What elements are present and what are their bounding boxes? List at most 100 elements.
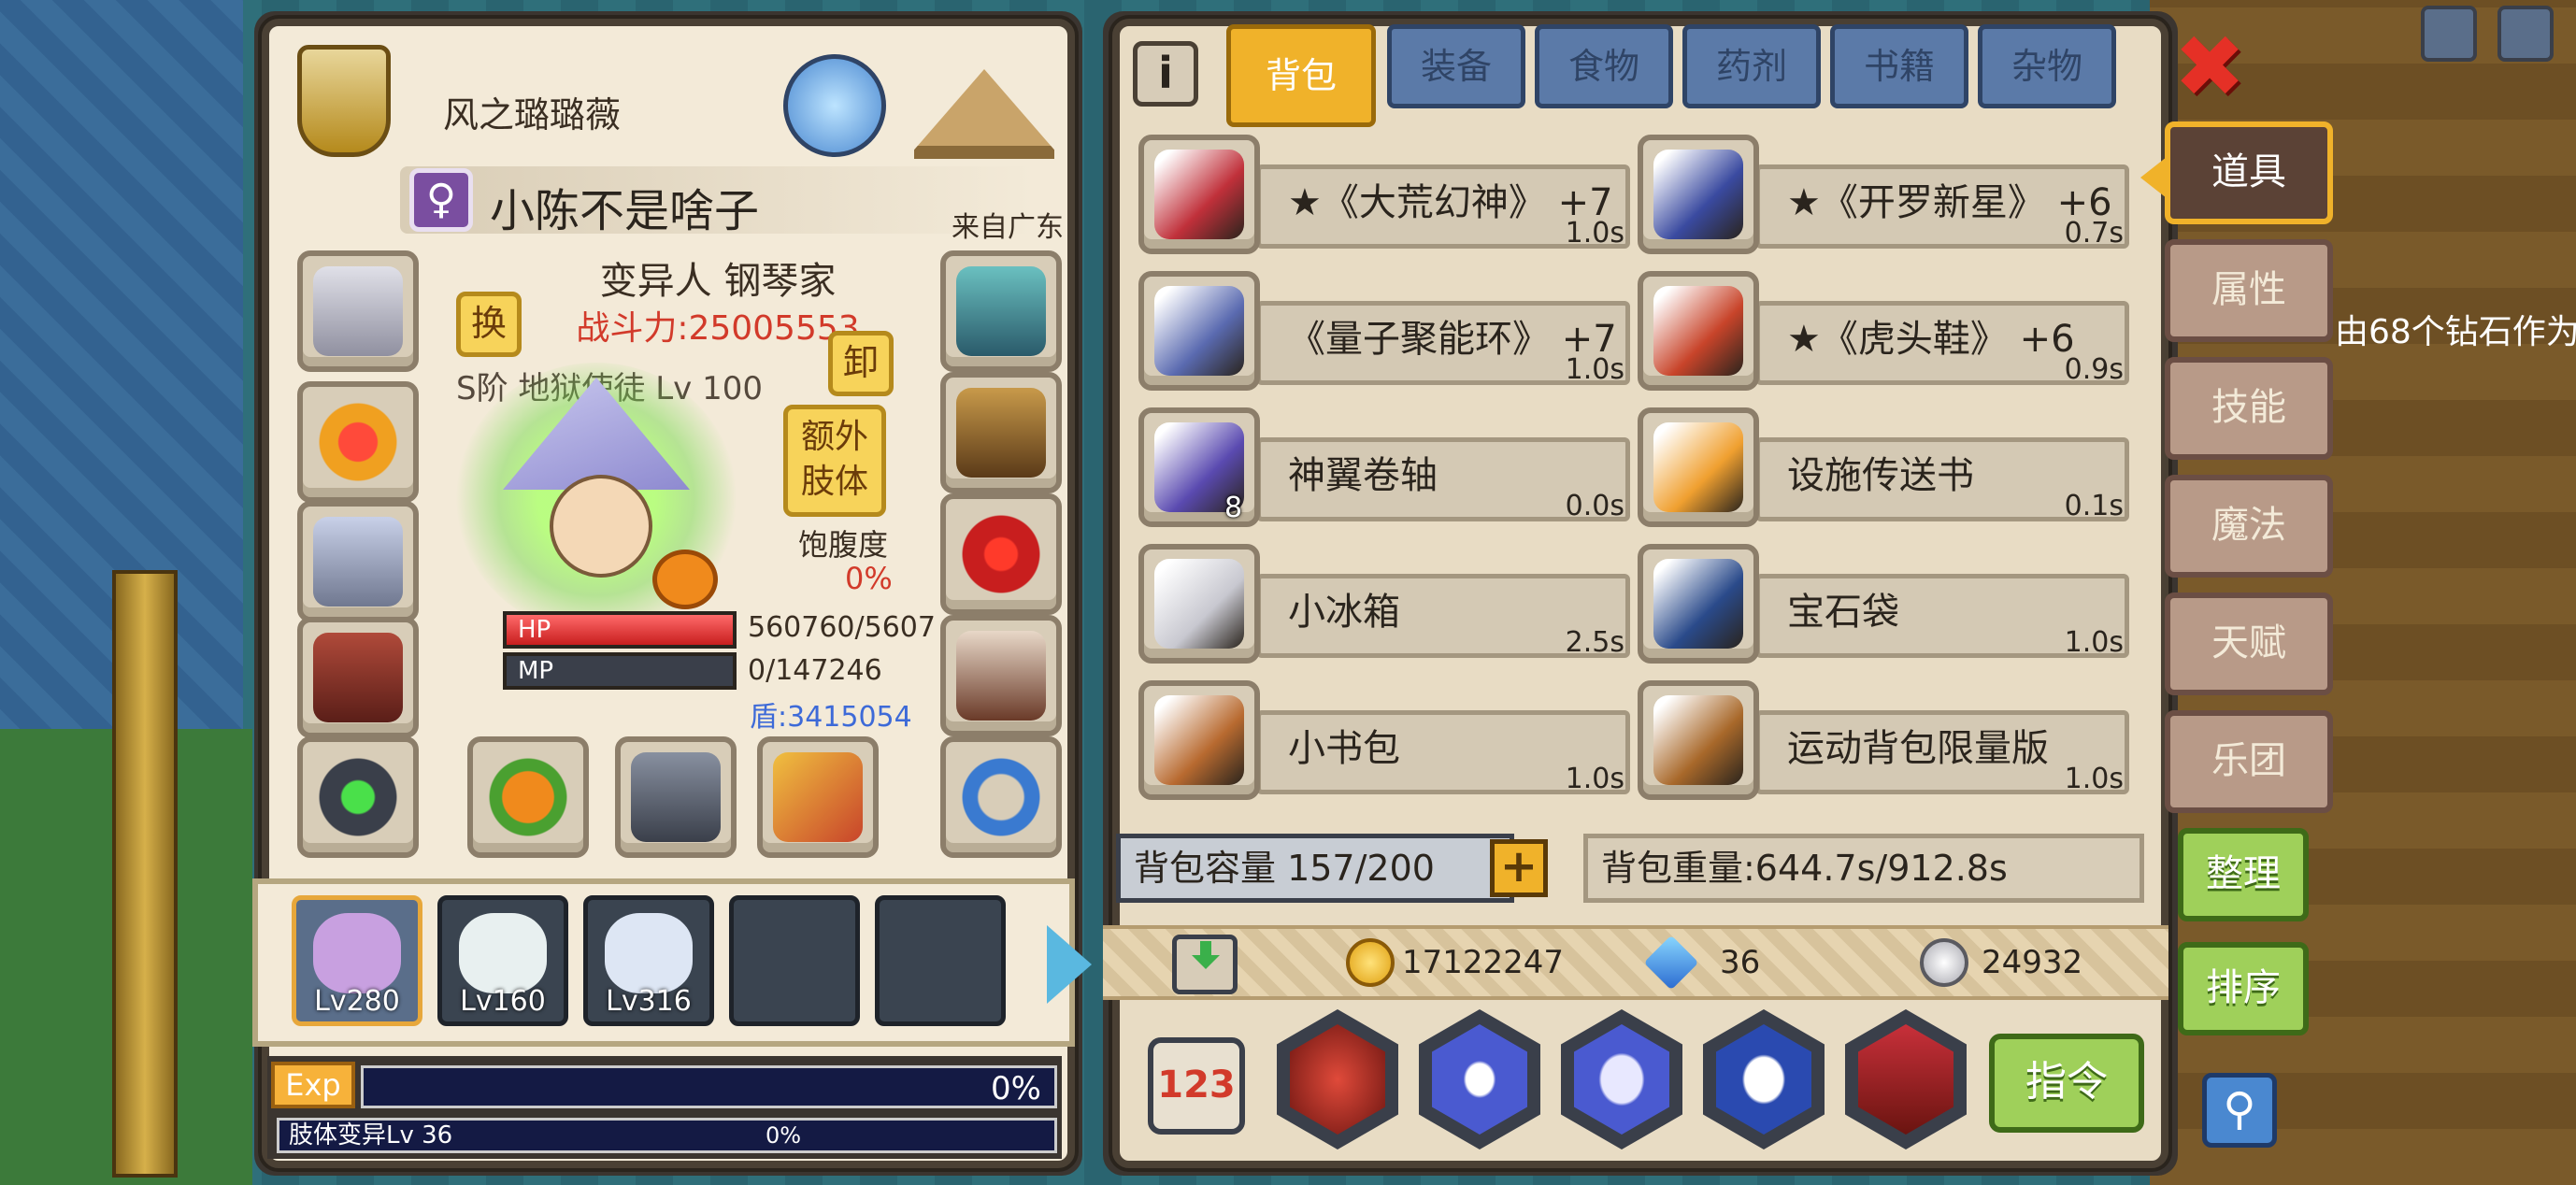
silver-coin-icon [1920,938,1968,987]
item-slot[interactable] [1638,407,1759,527]
deposit-icon[interactable] [1172,935,1238,994]
character-face [550,475,652,578]
party-level: Lv160 [460,985,546,1018]
item-name: ★《大荒幻神》 +7 [1288,181,1613,224]
item-icon [1154,286,1244,376]
inventory-item[interactable]: 《量子聚能环》 +7 1.0s [1138,271,1630,391]
item-slot[interactable] [1138,271,1260,391]
close-button[interactable]: ✖ [2170,24,2249,110]
exp-badge: Exp [271,1062,355,1108]
item-use-time: 0.0s [1565,490,1624,522]
item-icon [1653,559,1743,649]
party-next-arrow-icon[interactable] [1047,925,1092,1004]
extra-limb-button[interactable]: 额外肢体 [783,405,886,517]
inventory-item[interactable]: 小冰箱 2.5s [1138,544,1630,664]
inventory-item[interactable]: 运动背包限量版 1.0s [1638,680,2129,800]
bow-icon [773,752,863,842]
search-button[interactable]: ⚲ [2202,1073,2277,1148]
inventory-item[interactable]: 宝石袋 1.0s [1638,544,2129,664]
side-tab-2[interactable]: 技能 [2165,357,2333,460]
avatar [459,913,547,993]
party-slot[interactable]: Lv316 [583,895,714,1026]
unequip-button[interactable]: 卸 [828,331,894,396]
pet-emblem-icon [297,45,391,157]
item-use-time: 0.1s [2064,490,2124,522]
offhand-slot[interactable] [467,736,589,858]
globe-icon[interactable] [2421,6,2477,62]
party-slot[interactable] [875,895,1006,1026]
crystal-icon[interactable] [783,54,886,157]
item-icon [1653,150,1743,239]
item-slot[interactable] [1638,680,1759,800]
side-tab-5[interactable]: 乐团 [2165,710,2333,813]
item-slot[interactable] [1138,135,1260,254]
party-level: Lv280 [314,985,400,1018]
helmet-slot[interactable] [297,250,419,372]
tab-4[interactable]: 书籍 [1830,24,1968,108]
expand-capacity-button[interactable]: + [1490,839,1548,897]
swap-button[interactable]: 换 [456,292,522,357]
inventory-item[interactable]: 小书包 1.0s [1138,680,1630,800]
info-button[interactable]: i [1133,41,1198,107]
item-use-time: 1.0s [2064,626,2124,659]
inventory-item[interactable]: ★《开罗新星》 +6 0.7s [1638,135,2129,254]
inventory-item[interactable]: 设施传送书 0.1s [1638,407,2129,527]
tab-5[interactable]: 杂物 [1978,24,2116,108]
pet-armor-slot[interactable] [615,736,737,858]
party-slot[interactable] [729,895,860,1026]
shield-value: 盾:3415054 [750,701,912,734]
cloak-slot[interactable] [297,501,419,622]
item-name: ★《开罗新星》 +6 [1787,181,2112,224]
hp-bar: HP [503,611,737,649]
inventory-item[interactable]: 神翼卷轴 0.0s 8 [1138,407,1630,527]
item-slot[interactable] [1638,271,1759,391]
female-gender-icon: ♀ [409,168,473,232]
armor-icon [313,633,403,722]
side-tab-1[interactable]: 属性 [2165,239,2333,342]
item-slot[interactable] [1638,544,1759,664]
exp-percent: 0% [991,1070,1041,1107]
currency-bar: 17122247 36 24932 [1103,925,2168,1000]
party-slot[interactable]: Lv160 [437,895,568,1026]
party-slot[interactable]: Lv280 [292,895,422,1026]
item-slot[interactable] [1638,135,1759,254]
item-use-time: 1.0s [2064,763,2124,795]
armor-slot[interactable] [297,617,419,738]
side-tab-0[interactable]: 道具 [2165,121,2333,224]
tab-0[interactable]: 背包 [1226,24,1376,127]
necklace-slot[interactable] [297,381,419,503]
hanger-icon[interactable] [914,69,1054,159]
bag-weight: 背包重量:644.7s/912.8s [1583,834,2144,903]
item-slot[interactable] [1138,544,1260,664]
pet-name: 风之璐璐薇 [443,94,622,136]
side-tab-4[interactable]: 天赋 [2165,592,2333,695]
limb-mutation-percent: 0% [766,1122,802,1149]
number-sort-button[interactable]: 123 [1148,1037,1245,1135]
bow-slot[interactable] [757,736,879,858]
tab-3[interactable]: 药剂 [1682,24,1821,108]
crown-slot[interactable] [940,493,1062,615]
sort-button[interactable]: 排序 [2178,942,2309,1035]
circle-icon [1432,1024,1527,1135]
hp-label: HP [518,616,551,644]
item-icon [1154,559,1244,649]
inventory-item[interactable]: ★《虎头鞋》 +6 0.9s [1638,271,2129,391]
badge-icon [956,266,1046,356]
exit-icon[interactable] [2497,6,2554,62]
item-use-time: 1.0s [1565,763,1624,795]
limb-mutation-label: 肢体变异Lv 36 [289,1121,453,1149]
boots-slot[interactable] [940,615,1062,736]
command-button[interactable]: 指令 [1989,1034,2144,1133]
organize-button[interactable]: 整理 [2178,828,2309,921]
device-slot[interactable] [297,736,419,858]
ring-slot[interactable] [940,736,1062,858]
badge-slot[interactable] [940,250,1062,372]
inventory-item[interactable]: ★《大荒幻神》 +7 1.0s [1138,135,1630,254]
side-tab-3[interactable]: 魔法 [2165,475,2333,578]
tab-2[interactable]: 食物 [1535,24,1673,108]
crown-icon [956,509,1046,599]
glove-slot[interactable] [940,372,1062,493]
satiety-value: 0% [845,561,893,596]
item-slot[interactable] [1138,680,1260,800]
tab-1[interactable]: 装备 [1387,24,1525,108]
